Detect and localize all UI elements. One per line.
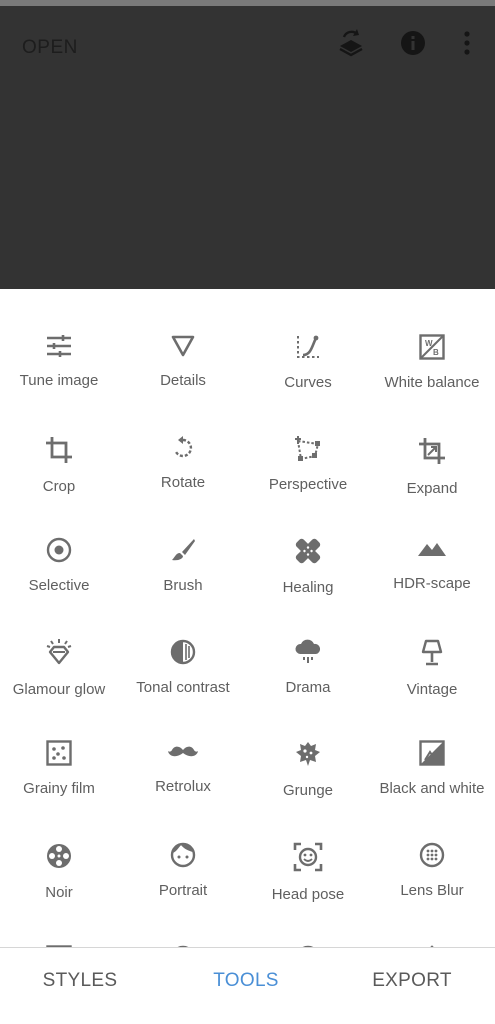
tool-tonal-contrast[interactable]: Tonal contrast (121, 594, 245, 696)
tab-tools[interactable]: TOOLS (186, 968, 306, 994)
tool-healing[interactable]: Healing (246, 492, 370, 596)
tool-lens-blur[interactable]: Lens Blur (370, 797, 494, 899)
white-balance-icon: WB (417, 334, 447, 360)
tools-grid: Tune image Details Curves W B White balance Cr… (0, 289, 495, 947)
tool-selective[interactable]: Selective (0, 492, 121, 594)
tab-export[interactable]: EXPORT (352, 968, 472, 994)
crop-icon (44, 436, 74, 464)
tool-label: Selective (28, 577, 90, 594)
tool-item-26[interactable] (246, 898, 370, 947)
tonal-contrast-icon (168, 639, 198, 665)
tool-label: Black and white (379, 780, 485, 797)
expand-icon (417, 436, 447, 466)
tool-label: Curves (284, 374, 332, 391)
tool-details[interactable]: Details (121, 289, 245, 390)
tool-curves[interactable]: Curves (246, 289, 370, 391)
tool-label: Retrolux (155, 778, 211, 795)
tool-item-24[interactable] (0, 898, 121, 947)
tool-rotate[interactable]: Rotate (121, 391, 245, 492)
tool-vintage[interactable]: Vintage (370, 594, 494, 698)
tool-expand[interactable]: Expand (370, 391, 494, 497)
tool-black-and-white[interactable]: Black and white (370, 695, 494, 797)
tool-label: Portrait (158, 881, 208, 899)
perspective-icon (293, 435, 323, 462)
tune-icon (44, 334, 74, 358)
tool-brush[interactable]: Brush (121, 492, 245, 594)
tool-drama[interactable]: Drama (246, 594, 370, 696)
tool-noir[interactable]: Noir (0, 797, 121, 901)
rotate-icon (168, 435, 198, 460)
healing-icon (293, 537, 323, 565)
tool-white-balance[interactable]: W B White balance (370, 289, 494, 391)
portrait-face-icon (168, 842, 198, 868)
more-vert-icon[interactable] (452, 28, 482, 58)
tool-label: Brush (163, 577, 203, 594)
tool-grainy-film[interactable]: Grainy film (0, 695, 121, 797)
tool-label: Lens Blur (400, 881, 464, 899)
tool-label: Rotate (160, 473, 206, 491)
tool-label: Tonal contrast (136, 678, 230, 696)
tool-grunge[interactable]: Grunge (246, 695, 370, 799)
image-preview-area[interactable]: OPEN (0, 6, 495, 289)
selective-icon (44, 537, 74, 563)
tool-item-25[interactable] (121, 898, 245, 947)
film-reel-icon (44, 842, 74, 870)
info-icon[interactable] (398, 28, 428, 58)
mustache-icon (168, 740, 198, 764)
tool-label: Drama (285, 678, 331, 696)
tool-hdr-scape[interactable]: HDR-scape (370, 492, 494, 593)
svg-text:W: W (425, 339, 433, 348)
open-button[interactable]: OPEN (22, 34, 78, 62)
head-pose-icon (293, 842, 323, 872)
brush-icon (168, 537, 198, 563)
tool-label: HDR-scape (393, 575, 471, 592)
lens-blur-icon (417, 842, 447, 868)
tool-portrait[interactable]: Portrait (121, 797, 245, 899)
tool-label: White balance (384, 374, 480, 391)
svg-text:B: B (433, 348, 439, 357)
grainy-film-icon (44, 740, 74, 766)
tool-head-pose[interactable]: Head pose (246, 797, 370, 903)
tool-label: Grainy film (23, 780, 95, 797)
mountains-icon (417, 537, 447, 561)
tool-item-27[interactable] (370, 898, 494, 947)
drama-cloud-icon (293, 639, 323, 665)
tool-label: Details (160, 372, 206, 389)
tool-tune-image[interactable]: Tune image (0, 289, 121, 390)
tool-crop[interactable]: Crop (0, 391, 121, 495)
curves-icon (293, 334, 323, 360)
tool-retrolux[interactable]: Retrolux (121, 695, 245, 796)
tool-glamour-glow[interactable]: Glamour glow (0, 594, 121, 698)
layers-undo-icon[interactable] (336, 28, 366, 58)
vintage-lamp-icon (417, 639, 447, 667)
glamour-glow-icon (44, 638, 74, 667)
black-white-icon (417, 740, 447, 766)
tab-styles[interactable]: STYLES (20, 968, 140, 994)
tool-label: Perspective (268, 475, 348, 493)
tool-perspective[interactable]: Perspective (246, 391, 370, 493)
grunge-icon (293, 740, 323, 768)
bottom-navigation: STYLES TOOLS EXPORT (0, 947, 495, 1024)
details-triangle-icon (168, 334, 198, 358)
tool-label: Tune image (19, 372, 99, 389)
